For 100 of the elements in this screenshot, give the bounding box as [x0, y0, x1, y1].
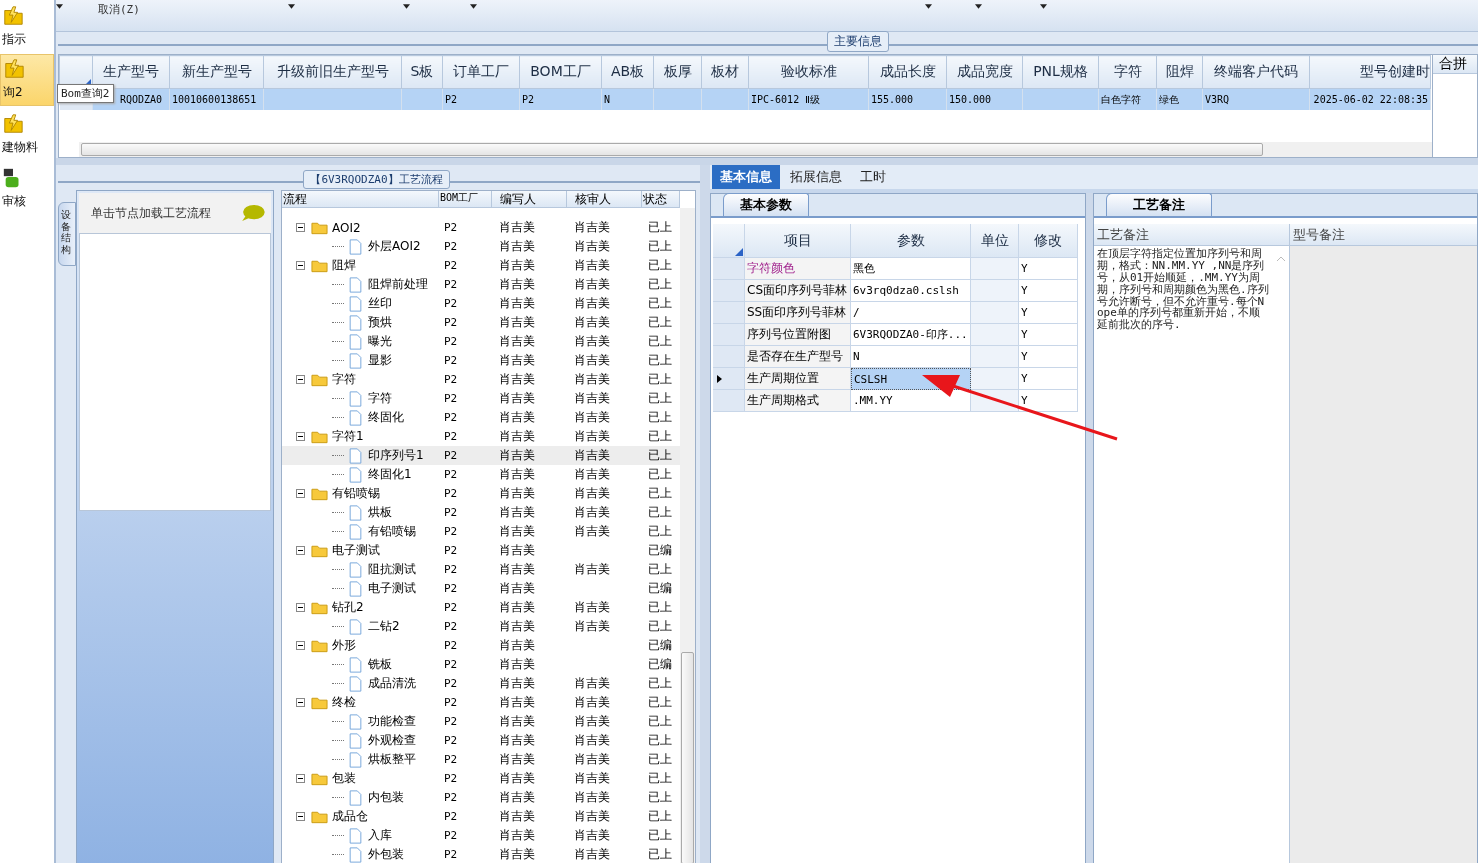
column-header[interactable]: 板材 — [701, 55, 749, 89]
tab[interactable]: 基本参数 — [723, 193, 809, 216]
tree-item[interactable]: 字符 — [368, 390, 392, 407]
collapse-icon[interactable] — [296, 489, 305, 498]
tab[interactable]: 工时 — [852, 165, 894, 189]
tree-item[interactable]: 钻孔2 — [332, 599, 364, 616]
column-header[interactable]: 核审人 — [567, 191, 642, 207]
collapse-icon[interactable] — [296, 375, 305, 384]
table-cell: Y — [1021, 328, 1028, 341]
tree-item[interactable]: AOI2 — [332, 220, 361, 235]
collapse-icon[interactable] — [296, 698, 305, 707]
side-tab[interactable]: 设备结构 — [58, 202, 76, 266]
tree-item[interactable]: 有铅喷锡 — [332, 485, 380, 502]
column-header[interactable]: 编写人 — [492, 191, 567, 207]
column-header[interactable]: AB板 — [601, 55, 654, 89]
collapse-icon[interactable] — [296, 546, 305, 555]
tree-item[interactable]: 外层AOI2 — [368, 238, 421, 255]
tree-item[interactable]: 功能检查 — [368, 713, 416, 730]
tree-item[interactable]: 阻抗测试 — [368, 561, 416, 578]
collapse-icon[interactable] — [296, 432, 305, 441]
column-header[interactable]: 新生产型号 — [169, 55, 264, 89]
column-header[interactable]: 型号备注 — [1290, 224, 1477, 245]
column-header[interactable]: 单位 — [971, 224, 1019, 258]
tree-item[interactable]: 有铅喷锡 — [368, 523, 416, 540]
row-header[interactable] — [713, 368, 745, 390]
tree-item[interactable]: 曝光 — [368, 333, 392, 350]
column-header[interactable]: 状态 — [642, 191, 680, 207]
column-header[interactable]: S板 — [401, 55, 443, 89]
column-header[interactable]: 板厚 — [653, 55, 702, 89]
tree-item[interactable]: 成品清洗 — [368, 675, 416, 692]
nav-item[interactable]: 询2 — [0, 54, 54, 106]
tree-item[interactable]: 内包装 — [368, 789, 404, 806]
tree-item[interactable]: 外形 — [332, 637, 356, 654]
table-cell: 肖吉美 — [499, 542, 535, 559]
column-header[interactable]: 流程 — [282, 191, 439, 207]
tree-item[interactable]: 烘板整平 — [368, 751, 416, 768]
tree-item[interactable]: 烘板 — [368, 504, 392, 521]
column-header[interactable]: PNL规格 — [1022, 55, 1099, 89]
tree-item[interactable]: 显影 — [368, 352, 392, 369]
table-cell: P2 — [444, 240, 458, 253]
column-header[interactable]: 工艺备注 — [1094, 224, 1290, 245]
table-cell: 肖吉美 — [499, 352, 535, 369]
column-header[interactable]: 订单工厂 — [442, 55, 520, 89]
column-header[interactable]: 生产型号 — [92, 55, 170, 89]
tree-item[interactable]: 终固化 — [368, 409, 404, 426]
nav-item[interactable]: 审核 — [0, 162, 54, 214]
caret-icon[interactable] — [288, 4, 295, 9]
tree-item[interactable]: 阻焊前处理 — [368, 276, 428, 293]
caret-icon[interactable] — [403, 4, 410, 9]
column-header[interactable]: BOM工厂 — [519, 55, 602, 89]
nav-item[interactable]: 指示 — [0, 0, 54, 52]
caret-icon[interactable] — [56, 4, 63, 9]
tree-item[interactable]: 成品仓 — [332, 808, 368, 825]
caret-icon[interactable] — [975, 4, 982, 9]
tree-item[interactable]: 预烘 — [368, 314, 392, 331]
tree-item[interactable]: 铣板 — [368, 656, 392, 673]
tree-item[interactable]: 外包装 — [368, 846, 404, 863]
tree-item[interactable]: 外观检查 — [368, 732, 416, 749]
tree-item[interactable]: 印序列号1 — [368, 447, 424, 464]
tree-item[interactable]: 阻焊 — [332, 257, 356, 274]
tree-item[interactable]: 入库 — [368, 827, 392, 844]
collapse-icon[interactable] — [296, 603, 305, 612]
tree-item[interactable]: 字符 — [332, 371, 356, 388]
tree-item[interactable]: 二钻2 — [368, 618, 400, 635]
cancel-button[interactable]: 取消(Z) — [98, 2, 288, 17]
tree-item[interactable]: 包装 — [332, 770, 356, 787]
vertical-scrollbar[interactable] — [680, 208, 695, 863]
column-header[interactable]: 字符 — [1098, 55, 1157, 89]
column-header[interactable]: 验收标准 — [748, 55, 869, 89]
tree-item[interactable]: 字符1 — [332, 428, 364, 445]
column-header[interactable]: 升级前旧生产型号 — [263, 55, 402, 89]
collapse-icon[interactable] — [296, 641, 305, 650]
column-header[interactable]: 成品宽度 — [946, 55, 1023, 89]
tree-item[interactable]: 终固化1 — [368, 466, 412, 483]
column-header[interactable]: BOM工厂 — [439, 191, 492, 207]
tab[interactable]: 工艺备注 — [1106, 193, 1212, 216]
tab[interactable]: 基本信息 — [712, 165, 780, 189]
tree-item[interactable]: 终检 — [332, 694, 356, 711]
collapse-icon[interactable] — [296, 261, 305, 270]
tree-item[interactable]: 电子测试 — [332, 542, 380, 559]
column-header[interactable]: 修改 — [1019, 224, 1078, 258]
collapse-icon[interactable] — [296, 812, 305, 821]
column-header[interactable]: 合拼 — [1433, 55, 1477, 74]
collapse-icon[interactable] — [296, 223, 305, 232]
tree-item[interactable]: 丝印 — [368, 295, 392, 312]
column-header[interactable]: 阻焊 — [1156, 55, 1203, 89]
collapse-icon[interactable] — [296, 774, 305, 783]
nav-item[interactable]: 建物料 — [0, 108, 54, 160]
column-header[interactable]: 终端客户代码 — [1202, 55, 1310, 89]
caret-icon[interactable] — [925, 4, 932, 9]
caret-icon[interactable] — [1040, 4, 1047, 9]
table-cell: N — [853, 350, 860, 363]
column-header[interactable]: 项目 — [745, 224, 851, 258]
column-header[interactable]: 型号创建时 — [1309, 55, 1431, 89]
tab[interactable]: 拓展信息 — [782, 165, 850, 189]
caret-icon[interactable] — [470, 4, 477, 9]
column-header[interactable]: 参数 — [851, 224, 971, 258]
tree-item[interactable]: 电子测试 — [368, 580, 416, 597]
horizontal-scrollbar[interactable] — [79, 142, 1432, 157]
column-header[interactable]: 成品长度 — [868, 55, 947, 89]
